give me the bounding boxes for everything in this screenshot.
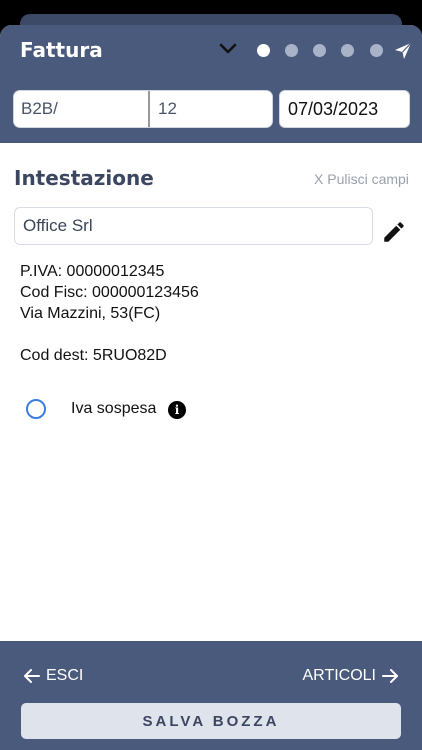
next-articles-button[interactable]: ARTICOLI <box>302 667 398 685</box>
text-cursor <box>148 91 150 127</box>
step-dot-3[interactable] <box>313 44 326 57</box>
send-icon[interactable] <box>394 42 412 60</box>
customer-cod-dest: Cod dest: 5RUO82D <box>20 347 167 364</box>
invoice-sheet: Fattura B2B/ 12 07/03/2023 Intestazione … <box>0 25 422 750</box>
step-dot-2[interactable] <box>285 44 298 57</box>
info-icon[interactable]: i <box>168 401 186 419</box>
step-dot-1[interactable] <box>257 44 270 57</box>
section-title: Intestazione <box>14 166 154 190</box>
step-dot-5[interactable] <box>370 44 383 57</box>
pencil-icon[interactable] <box>381 219 407 245</box>
header: Fattura B2B/ 12 07/03/2023 <box>0 25 422 143</box>
customer-name-input[interactable]: Office Srl <box>14 207 373 245</box>
chevron-down-icon[interactable] <box>218 42 238 56</box>
footer: ESCI ARTICOLI SALVA BOZZA <box>0 641 422 750</box>
step-dot-4[interactable] <box>341 44 354 57</box>
arrow-left-icon <box>24 669 40 683</box>
page-title: Fattura <box>20 38 103 62</box>
next-label: ARTICOLI <box>302 667 377 684</box>
document-prefix-input[interactable]: B2B/ <box>13 90 152 128</box>
iva-sospesa-label: Iva sospesa <box>71 400 157 417</box>
arrow-right-icon <box>382 669 398 683</box>
customer-piva: P.IVA: 00000012345 <box>20 263 165 280</box>
exit-label: ESCI <box>46 667 84 684</box>
customer-address: Via Mazzini, 53(FC) <box>20 305 161 322</box>
iva-sospesa-radio[interactable] <box>26 399 46 419</box>
document-number-input[interactable]: 12 <box>149 90 273 128</box>
document-date-input[interactable]: 07/03/2023 <box>279 90 410 128</box>
clear-fields-button[interactable]: X Pulisci campi <box>314 171 409 187</box>
exit-button[interactable]: ESCI <box>24 667 83 685</box>
customer-cod-fisc: Cod Fisc: 000000123456 <box>20 284 199 301</box>
save-draft-button[interactable]: SALVA BOZZA <box>21 703 401 739</box>
